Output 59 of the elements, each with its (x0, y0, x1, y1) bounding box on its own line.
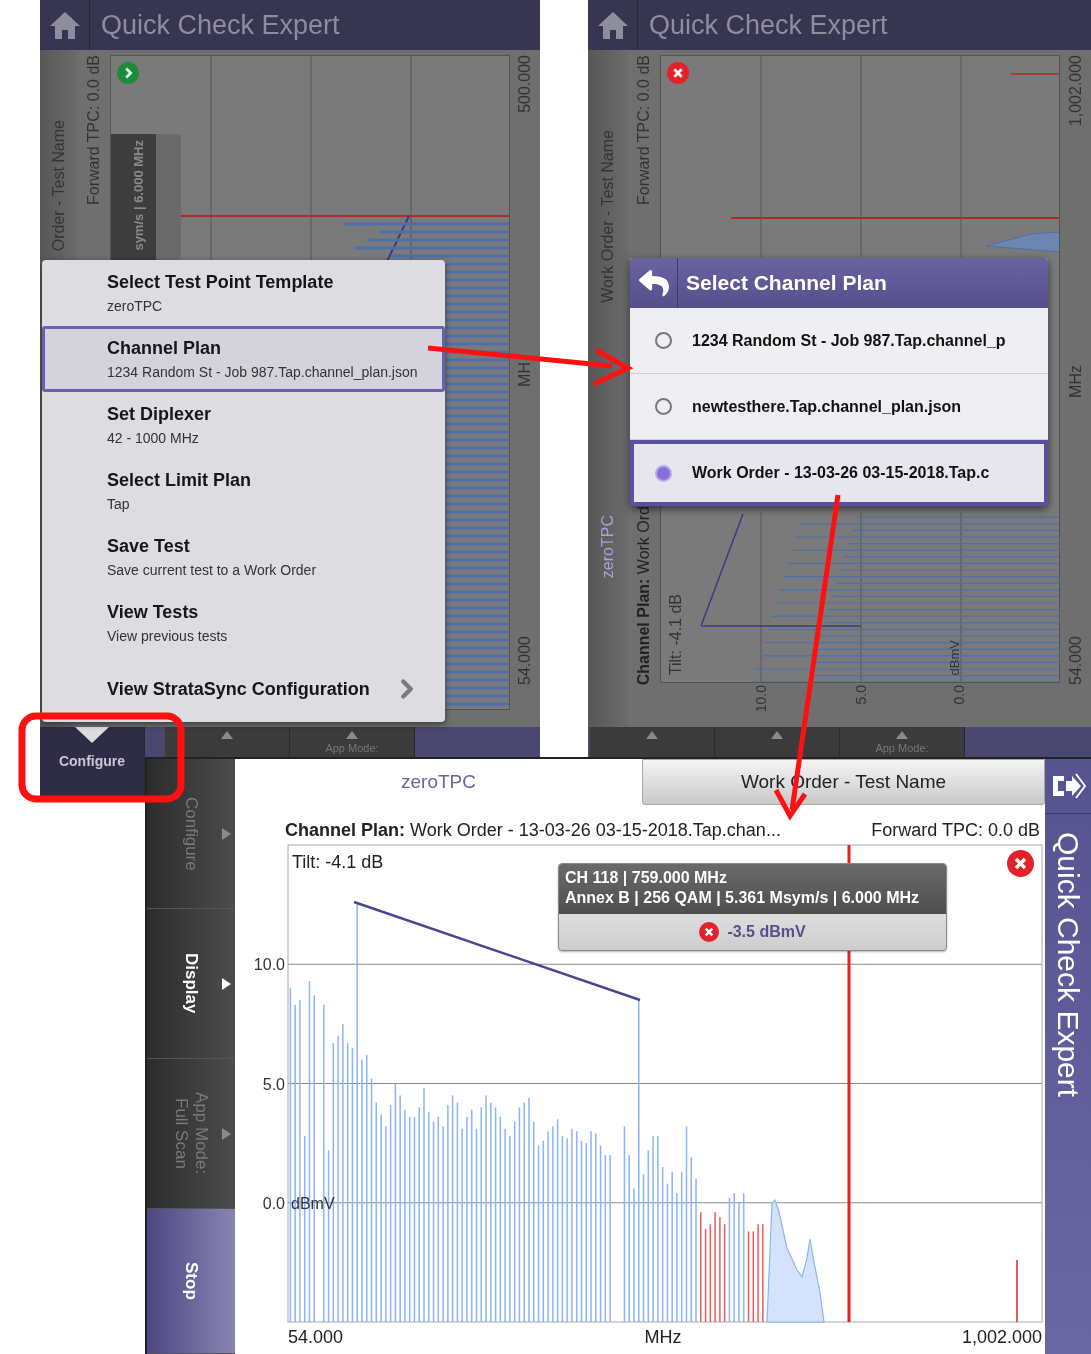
limit-marker (1016, 1259, 1018, 1323)
caret-up-icon (346, 731, 358, 739)
axis-label: MH (516, 362, 534, 387)
app-title: Quick Check Expert (101, 9, 340, 41)
axis-label: 54.000 (288, 1327, 344, 1347)
axis-unit-label: dBmV (291, 1194, 335, 1212)
forward-tpc-label: Forward TPC: 0.0 dB (84, 55, 103, 205)
caret-up-icon (646, 731, 658, 739)
caret-up-icon (221, 731, 233, 739)
caret-up-icon (896, 731, 908, 739)
axis-tick-label: 0.0 (951, 685, 967, 705)
menu-item[interactable]: Select Test Point Template zeroTPC (42, 260, 445, 326)
axis-label: 1,002.000 (1066, 55, 1085, 127)
axis-tick-label: 5.0 (262, 1075, 285, 1093)
tooltip-text: CH 118 | 759.000 MHz (565, 868, 728, 888)
menu-item[interactable]: View Tests View previous tests (42, 590, 445, 656)
caret-right-icon (222, 977, 231, 990)
forward-tpc-label: Forward TPC: 0.0 dB (635, 55, 653, 205)
tilt-label: Tilt: -4.1 dB (292, 852, 384, 872)
tooltip-text: Annex B | 256 QAM | 5.361 Msym/s | 6.000 MHz (565, 888, 920, 908)
app-title: Quick Check Expert (1051, 832, 1085, 1098)
caret-up-icon (771, 731, 783, 739)
axis-label: MHz (644, 1327, 682, 1347)
menu-item[interactable]: Channel Plan 1234 Random St - Job 987.Tap.channel_plan.json (42, 326, 445, 392)
radio-button[interactable] (655, 332, 672, 349)
axis-label: 1,002.000 (961, 1327, 1042, 1347)
channel-plan-label: Channel Plan: Work Ord (635, 505, 653, 685)
side-menu-button[interactable]: Display (147, 909, 235, 1059)
bottom-bar-tab[interactable] (715, 727, 840, 757)
menu-item[interactable]: Set Diplexer 42 - 1000 MHz (42, 392, 445, 458)
unit-label: dBmV (947, 639, 962, 675)
tilt-label: Tilt: -4.1 dB (667, 593, 685, 675)
axis-tick-label: 0.0 (262, 1194, 285, 1212)
caret-right-icon (222, 1127, 231, 1140)
channel-plan-option[interactable]: 1234 Random St - Job 987.Tap.channel_p (630, 308, 1048, 374)
forward-tpc-label: Forward TPC: 0.0 dB (871, 820, 1040, 841)
axis-label: 54.000 (1066, 636, 1085, 685)
side-menu-button[interactable]: Stop (147, 1209, 235, 1354)
back-arrow-icon (638, 268, 669, 298)
radio-button[interactable] (655, 398, 672, 415)
menu-item[interactable]: Save Test Save current test to a Work Order (42, 524, 445, 590)
menu-item[interactable]: Select Limit Plan Tap (42, 458, 445, 524)
menu-item[interactable]: View StrataSync Configuration (42, 656, 445, 722)
level-reading: -3.5 dBmV (727, 923, 806, 941)
dialog-title: Select Channel Plan (686, 271, 887, 295)
axis-label: 54.000 (516, 636, 534, 685)
bottom-bar-tab[interactable] (165, 727, 290, 757)
axis-tick-label: 10.0 (753, 685, 769, 713)
axis-label: MHz (1066, 364, 1085, 398)
axis-label: 500.000 (516, 55, 534, 113)
channel-plan-label: Channel Plan: Work Order - 13-03-26 03-15-2018.Tap.chan... (285, 820, 781, 841)
template-label: zeroTPC (599, 514, 617, 578)
axis-tick-label: 10.0 (253, 956, 285, 974)
channel-plan-option[interactable]: Work Order - 13-03-26 03-15-2018.Tap.c (630, 440, 1048, 506)
app-title: Quick Check Expert (649, 9, 888, 41)
tooltip-text: sym/s | 6.000 MHz (131, 140, 146, 251)
radio-button[interactable] (655, 464, 672, 482)
caret-right-icon (222, 827, 231, 840)
axis-tick-label: 5.0 (853, 685, 869, 705)
